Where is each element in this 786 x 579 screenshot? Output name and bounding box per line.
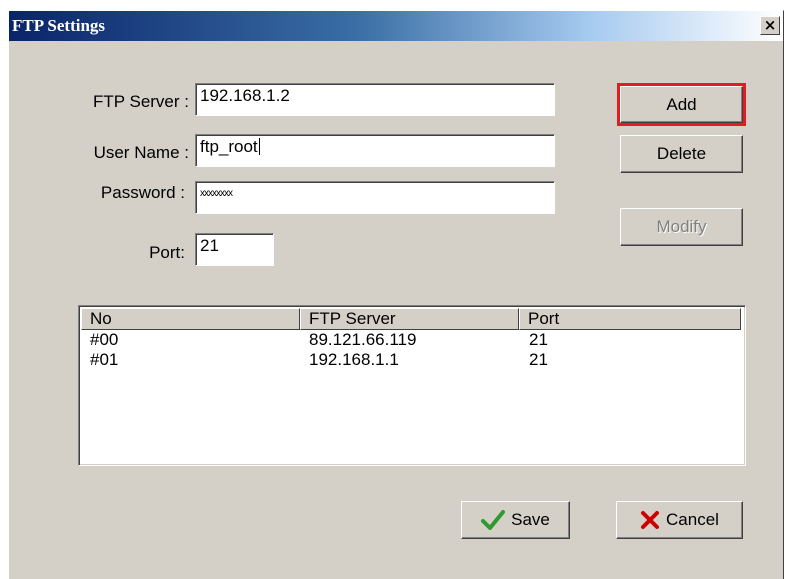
column-header-no[interactable]: No (81, 308, 300, 330)
save-button[interactable]: Save (461, 501, 570, 539)
row-cell-no: #01 (90, 350, 119, 369)
close-icon: × (763, 16, 777, 34)
ftp-server-value: 192.168.1.2 (200, 86, 290, 105)
text-caret (258, 138, 260, 155)
column-header-ftp-server[interactable]: FTP Server (300, 308, 519, 330)
title-bar: FTP Settings × (9, 11, 783, 41)
row-cell-port: 21 (529, 330, 548, 349)
ftp-server-input[interactable]: 192.168.1.2 (195, 83, 555, 116)
column-header-port-label: Port (528, 309, 560, 328)
ftp-server-list[interactable]: No FTP Server Port #00 89.121.66.119 21 … (78, 305, 746, 466)
password-input[interactable]: xxxxxxxx (195, 181, 555, 214)
modify-button[interactable]: Modify (620, 208, 743, 246)
user-name-label: User Name : (93, 143, 189, 162)
ftp-settings-dialog: FTP Settings × FTP Server : 192.168.1.2 … (8, 10, 784, 579)
checkmark-icon (481, 510, 506, 530)
row-cell-port: 21 (529, 350, 548, 369)
close-button[interactable]: × (760, 16, 780, 35)
save-button-label: Save (511, 510, 550, 529)
column-header-no-label: No (90, 309, 112, 328)
user-name-input[interactable]: ftp_root (195, 134, 555, 167)
port-value: 21 (200, 236, 219, 255)
user-name-value: ftp_root (200, 137, 258, 156)
add-button-label: Add (666, 94, 697, 114)
delete-button[interactable]: Delete (620, 135, 743, 173)
row-cell-no: #00 (90, 330, 119, 349)
column-header-ftp-server-label: FTP Server (309, 309, 396, 328)
column-header-port[interactable]: Port (519, 308, 741, 330)
cancel-button[interactable]: Cancel (616, 501, 743, 539)
x-mark-icon (641, 511, 660, 529)
modify-button-label: Modify (656, 217, 707, 236)
row-cell-ftp-server: 89.121.66.119 (309, 330, 417, 349)
ftp-server-label: FTP Server : (92, 92, 189, 111)
password-value: xxxxxxxx (200, 188, 233, 199)
delete-button-label: Delete (656, 144, 707, 163)
port-label: Port: (149, 243, 185, 262)
row-cell-ftp-server: 192.168.1.1 (309, 350, 399, 369)
password-label: Password : (100, 183, 185, 202)
dialog-title: FTP Settings (12, 16, 106, 35)
cancel-button-label: Cancel (666, 510, 719, 529)
add-button[interactable]: Add (620, 86, 743, 123)
port-input[interactable]: 21 (195, 233, 274, 266)
